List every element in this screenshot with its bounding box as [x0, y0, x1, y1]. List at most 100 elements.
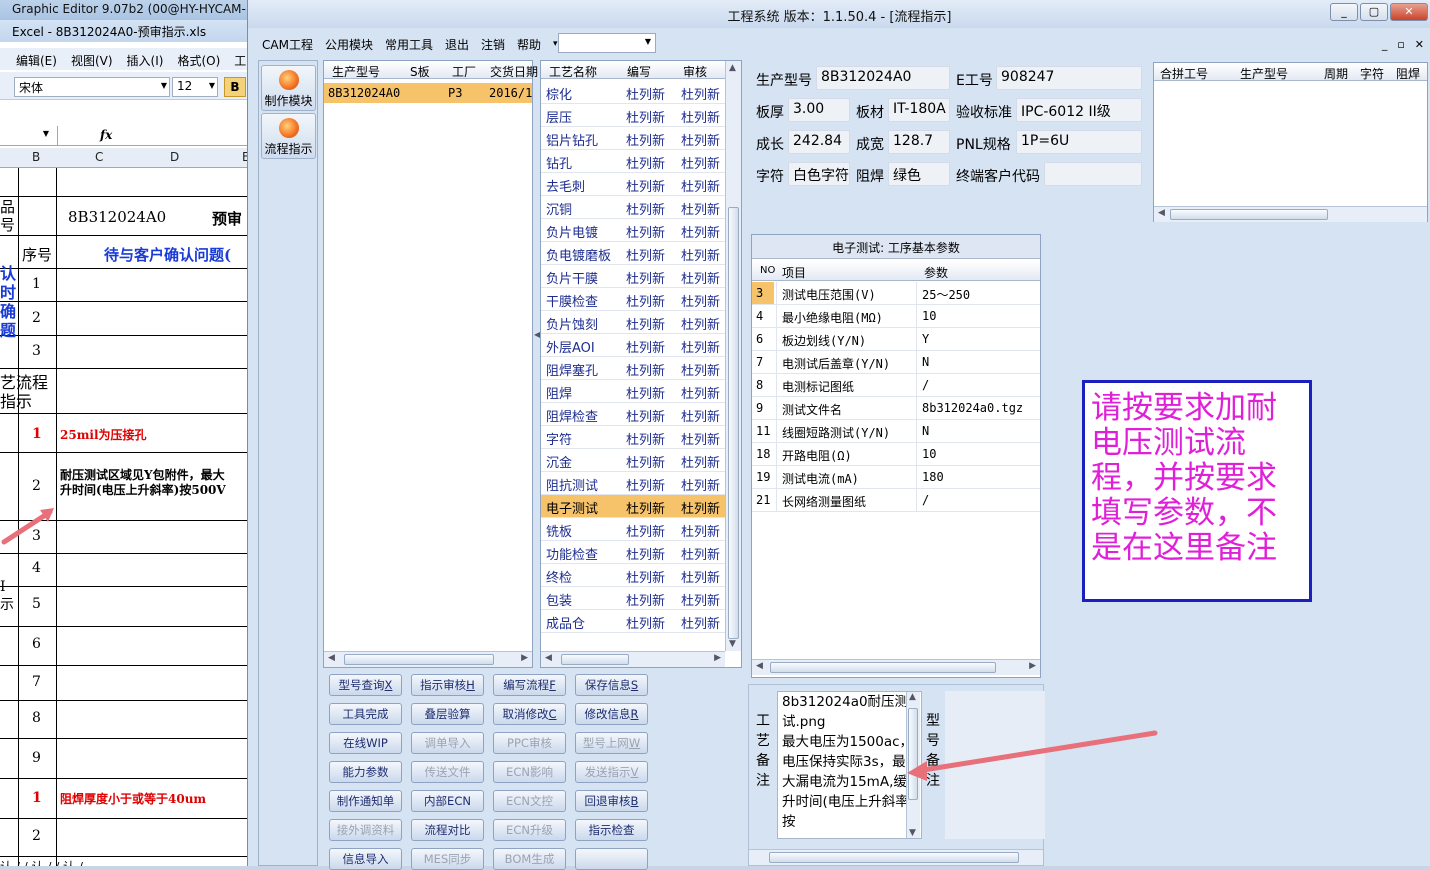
font-name-select[interactable]: 宋体 ▼	[14, 77, 170, 97]
action-button[interactable]: 信息导入	[329, 848, 402, 870]
action-button[interactable]: 在线WIP	[329, 732, 402, 754]
col-header[interactable]: 字符	[1360, 65, 1384, 82]
param-row[interactable]: 4 最小绝缘电阻(MΩ) 10	[752, 305, 1040, 328]
process-vscroll[interactable]: ▲ ▼	[725, 61, 741, 651]
param-row[interactable]: 18 开路电阻(Ω) 10	[752, 443, 1040, 466]
action-button[interactable]: 取消修改C	[493, 703, 566, 725]
action-button[interactable]: 能力参数	[329, 761, 402, 783]
scroll-thumb[interactable]	[1170, 209, 1328, 220]
col-header[interactable]: 交货日期	[490, 63, 538, 80]
material-field[interactable]: IT-180A	[888, 98, 950, 122]
bg-menu-insert[interactable]: 插入(I)	[127, 52, 164, 70]
process-row[interactable]: 阻抗测试 杜列新 杜列新	[541, 472, 725, 495]
pnl-field[interactable]: 1P=6U	[1016, 130, 1142, 154]
col-header[interactable]: NO	[760, 265, 775, 276]
col-header[interactable]: 合拼工号	[1160, 65, 1208, 82]
param-row[interactable]: 11 线圈短路测试(Y/N) N	[752, 420, 1040, 443]
process-row[interactable]: 沉金 杜列新 杜列新	[541, 449, 725, 472]
action-button[interactable]: ECN文控	[493, 790, 566, 812]
params-hscroll[interactable]: ◀ ▶	[752, 659, 1040, 675]
close-button[interactable]: ✕	[1390, 3, 1428, 21]
scroll-down-icon[interactable]: ▼	[909, 828, 916, 838]
process-row[interactable]: 铣板 杜列新 杜列新	[541, 518, 725, 541]
action-button[interactable]: MES同步	[411, 848, 484, 870]
col-header[interactable]: 阻焊	[1396, 65, 1420, 82]
action-button[interactable]: 发送指示V	[575, 761, 648, 783]
action-button[interactable]: 制作通知单	[329, 790, 402, 812]
col-header[interactable]: 审核	[683, 63, 707, 80]
tool-make-module[interactable]: 制作模块	[261, 65, 316, 111]
customer-code-field[interactable]	[1044, 162, 1142, 186]
font-size-select[interactable]: 12 ▼	[172, 77, 218, 97]
scroll-thumb[interactable]	[344, 654, 494, 665]
mdi-minimize-button[interactable]: _	[1382, 38, 1388, 51]
character-field[interactable]: 白色字符	[788, 162, 850, 186]
col-header[interactable]: 生产型号	[1240, 65, 1288, 82]
bg-menu-tools[interactable]: 工	[234, 52, 246, 70]
process-row[interactable]: 层压 杜列新 杜列新	[541, 104, 725, 127]
action-button[interactable]	[575, 848, 648, 870]
minimize-button[interactable]: _	[1330, 3, 1358, 21]
menu-common-modules[interactable]: 公用模块	[325, 36, 373, 53]
process-row[interactable]: 外层AOI 杜列新 杜列新	[541, 334, 725, 357]
process-row[interactable]: 铝片钻孔 杜列新 杜列新	[541, 127, 725, 150]
scroll-thumb[interactable]	[770, 662, 996, 673]
scroll-down-icon[interactable]: ▼	[729, 639, 736, 649]
process-row[interactable]: 棕化 杜列新 杜列新	[541, 81, 725, 104]
process-row[interactable]: 去毛刺 杜列新 杜列新	[541, 173, 725, 196]
process-row[interactable]: 负片干膜 杜列新 杜列新	[541, 265, 725, 288]
process-row[interactable]: 负片电镀 杜列新 杜列新	[541, 219, 725, 242]
param-row[interactable]: 7 电测试后盖章(Y/N) N	[752, 351, 1040, 374]
param-row[interactable]: 8 电测标记图纸 /	[752, 374, 1040, 397]
bg-menu-edit[interactable]: 编辑(E)	[16, 52, 57, 70]
process-row[interactable]: 钻孔 杜列新 杜列新	[541, 150, 725, 173]
width-field[interactable]: 128.7	[888, 130, 950, 154]
toolbar-combo[interactable]: ▼	[558, 33, 656, 53]
thickness-field[interactable]: 3.00	[788, 98, 850, 122]
tool-flow-instruction[interactable]: 流程指示	[261, 113, 316, 159]
action-button[interactable]: ECN影响	[493, 761, 566, 783]
process-row[interactable]: 沉铜 杜列新 杜列新	[541, 196, 725, 219]
bg-menu-view[interactable]: 视图(V)	[71, 52, 113, 70]
action-button[interactable]: 保存信息S	[575, 674, 648, 696]
action-button[interactable]: PPC审核	[493, 732, 566, 754]
bg-menu-format[interactable]: 格式(O)	[177, 52, 220, 70]
process-hscroll[interactable]: ◀ ▶	[541, 651, 725, 667]
col-header[interactable]: 项目	[782, 264, 806, 281]
process-remark-textarea[interactable]: 8b312024a0耐压测试.png 最大电压为1500ac，电压保持实际3s，…	[777, 691, 922, 839]
scroll-up-icon[interactable]: ▲	[729, 63, 736, 73]
col-header[interactable]: S板	[410, 63, 430, 80]
remark-vscroll[interactable]: ▲ ▼	[906, 692, 920, 838]
scroll-right-icon[interactable]: ▶	[1029, 661, 1036, 671]
process-row[interactable]: 成品仓 杜列新 杜列新	[541, 610, 725, 633]
menu-overflow-icon[interactable]: ▾	[553, 39, 558, 49]
merge-hscroll[interactable]: ◀	[1154, 206, 1427, 222]
mdi-close-button[interactable]: ✕	[1415, 38, 1424, 51]
action-button[interactable]: 回退审核B	[575, 790, 648, 812]
col-header[interactable]: 周期	[1324, 65, 1348, 82]
scroll-left-icon[interactable]: ◀	[1158, 208, 1165, 218]
process-row[interactable]: 负电镀磨板 杜列新 杜列新	[541, 242, 725, 265]
maximize-button[interactable]: ▢	[1360, 3, 1388, 21]
action-button[interactable]: 叠层验算	[411, 703, 484, 725]
menu-logout[interactable]: 注销	[481, 36, 505, 53]
name-box[interactable]: ▼	[0, 126, 58, 145]
param-row[interactable]: 3 测试电压范围(V) 25～250	[752, 282, 1040, 305]
scroll-up-icon[interactable]: ▲	[909, 692, 916, 702]
param-row[interactable]: 6 板边划线(Y/N) Y	[752, 328, 1040, 351]
e-number-field[interactable]: 908247	[996, 66, 1142, 90]
order-row[interactable]: 8B312024A0 P3 2016/1	[324, 83, 532, 103]
menu-exit[interactable]: 退出	[445, 36, 469, 53]
scroll-left-icon[interactable]: ◀	[756, 661, 763, 671]
action-button[interactable]: 指示检查	[575, 819, 648, 841]
action-button[interactable]: 指示审核H	[411, 674, 484, 696]
length-field[interactable]: 242.84	[788, 130, 850, 154]
action-button[interactable]: BOM生成	[493, 848, 566, 870]
col-header[interactable]: 工厂	[452, 63, 476, 80]
param-row[interactable]: 19 测试电流(mA) 180	[752, 466, 1040, 489]
scroll-thumb[interactable]	[908, 708, 918, 800]
action-button[interactable]: 调单导入	[411, 732, 484, 754]
menu-tools[interactable]: 常用工具	[385, 36, 433, 53]
scroll-right-icon[interactable]: ▶	[714, 653, 721, 663]
col-header[interactable]: 编写	[627, 63, 651, 80]
